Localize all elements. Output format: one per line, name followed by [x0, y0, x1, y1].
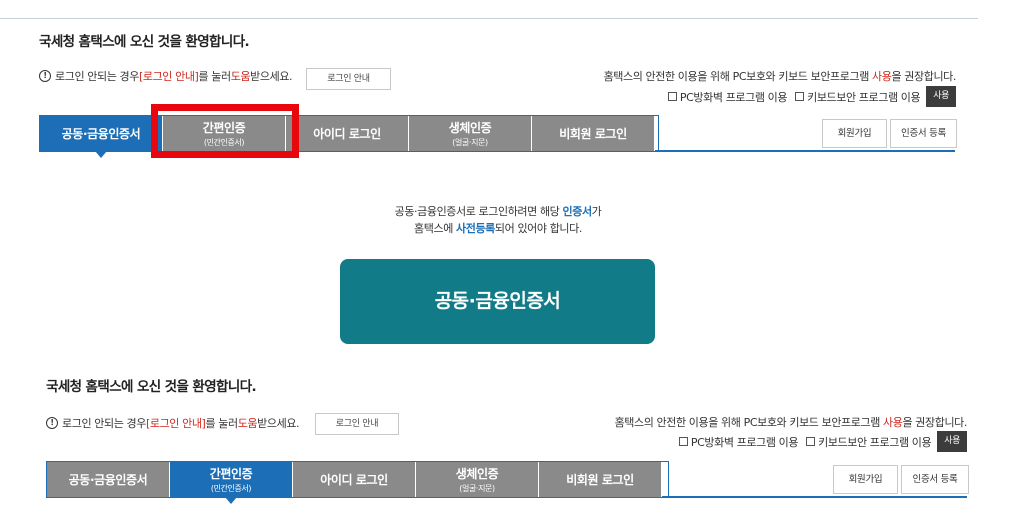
top-divider — [0, 18, 978, 19]
login-help-notice: ! 로그인 안되는 경우 [로그인 안내] 를 눌러 도움 받으세요. — [39, 68, 293, 84]
login-guide-button[interactable]: 로그인 안내 — [306, 68, 391, 90]
keyboard-security-label: 키보드보안 프로그램 이용 — [807, 90, 921, 104]
active-tab-pointer-2 — [225, 497, 237, 504]
highlight-box — [151, 104, 299, 158]
joint-certificate-login-button[interactable]: 공동·금융인증서 — [340, 259, 655, 344]
register-cert-button-2[interactable]: 인증서 등록 — [901, 465, 969, 494]
info-circle-icon: ! — [39, 70, 51, 82]
welcome-title-2: 국세청 홈택스에 오신 것을 환영합니다. — [46, 379, 257, 395]
login-method-tabs: 공동·금융인증서 간편인증 (민간인증서) 아이디 로그인 생체인증 (얼굴·지문)… — [40, 116, 655, 158]
register-cert-button[interactable]: 인증서 등록 — [890, 119, 957, 148]
tab-biometric-auth[interactable]: 생체인증 (얼굴·지문) — [409, 116, 532, 151]
login-guide-button-2[interactable]: 로그인 안내 — [315, 413, 399, 435]
tab-joint-certificate[interactable]: 공동·금융인증서 — [40, 116, 163, 158]
login-method-tabs-2: 공동·금융인증서 간편인증 (민간인증서) 아이디 로그인 생체인증 (얼굴·지문)… — [47, 462, 662, 504]
welcome-title: 국세청 홈택스에 오신 것을 환영합니다. — [39, 34, 250, 50]
firewall-checkbox-2[interactable] — [678, 437, 688, 446]
keyboard-security-label-2: 키보드보안 프로그램 이용 — [818, 435, 932, 449]
tab-id-login-2[interactable]: 아이디 로그인 — [293, 462, 416, 497]
tab-guest-login-2[interactable]: 비회원 로그인 — [539, 462, 662, 497]
info-circle-icon: ! — [46, 417, 58, 429]
firewall-checkbox[interactable] — [667, 92, 677, 101]
cert-description: 공동·금융인증서로 로그인하려면 해당 인증서가 홈택스에 사전등록되어 있어야… — [394, 205, 602, 235]
tab-biometric-auth-2[interactable]: 생체인증 (얼굴·지문) — [416, 462, 539, 497]
join-button[interactable]: 회원가입 — [822, 119, 887, 148]
security-options: PC방화벽 프로그램 이용 키보드보안 프로그램 이용 사용 — [667, 86, 956, 107]
tab-joint-certificate-2[interactable]: 공동·금융인증서 — [47, 462, 170, 497]
keyboard-security-checkbox-2[interactable] — [806, 437, 816, 446]
use-security-button-2[interactable]: 사용 — [937, 431, 967, 452]
login-guide-link-2[interactable]: [로그인 안내] — [146, 415, 206, 431]
security-recommendation-2: 홈택스의 안전한 이용을 위해 PC보호와 키보드 보안프로그램 사용을 권장합… — [614, 416, 968, 429]
active-tab-pointer — [95, 151, 107, 158]
use-security-button[interactable]: 사용 — [926, 86, 956, 107]
tab-guest-login[interactable]: 비회원 로그인 — [532, 116, 655, 151]
keyboard-security-checkbox[interactable] — [795, 92, 805, 101]
login-help-notice-2: ! 로그인 안되는 경우 [로그인 안내] 를 눌러 도움 받으세요. — [46, 415, 300, 431]
firewall-label-2: PC방화벽 프로그램 이용 — [690, 435, 799, 449]
security-recommendation: 홈택스의 안전한 이용을 위해 PC보호와 키보드 보안프로그램 사용을 권장합… — [603, 70, 957, 83]
tab-id-login[interactable]: 아이디 로그인 — [286, 116, 409, 151]
join-button-2[interactable]: 회원가입 — [833, 465, 898, 494]
security-options-2: PC방화벽 프로그램 이용 키보드보안 프로그램 이용 사용 — [678, 431, 967, 452]
firewall-label: PC방화벽 프로그램 이용 — [679, 90, 788, 104]
tab-simple-auth-2[interactable]: 간편인증 (민간인증서) — [170, 462, 293, 504]
login-guide-link[interactable]: [로그인 안내] — [139, 68, 199, 84]
